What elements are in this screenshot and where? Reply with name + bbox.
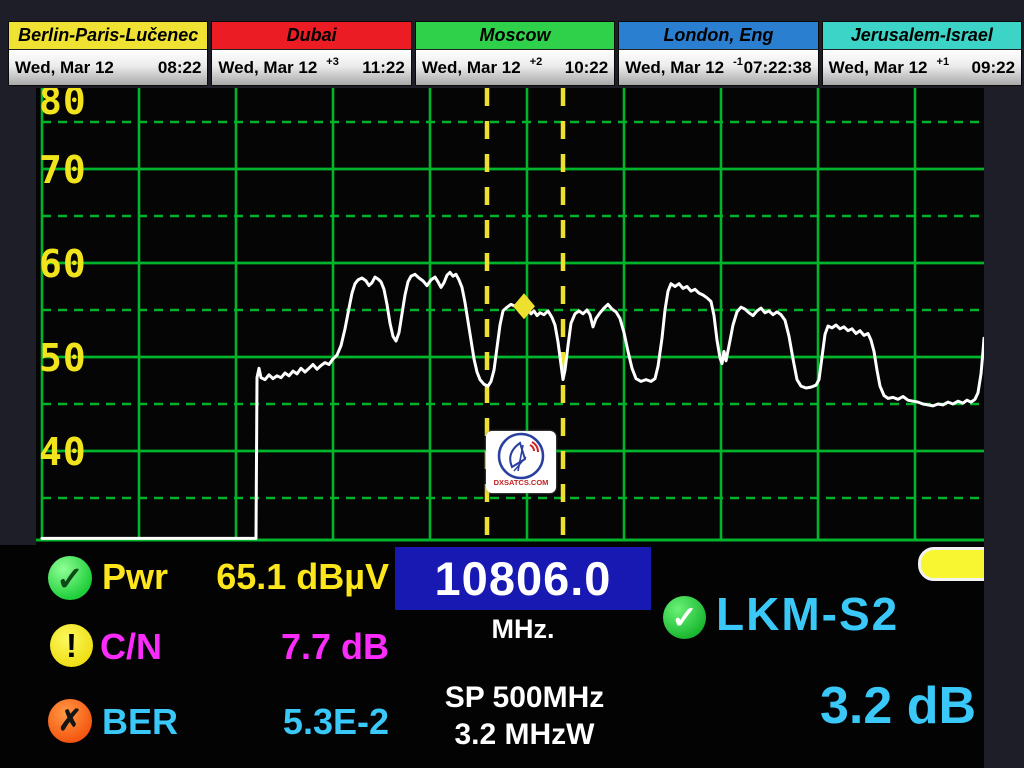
clock-panel-5: Jerusalem-Israel Wed, Mar 12 +1 09:22: [822, 21, 1022, 86]
link-margin-value: 3.2 dB: [820, 678, 976, 734]
satellite-dish-logo-icon: [492, 431, 550, 481]
ytick-label-40: 40: [39, 430, 87, 474]
tuning-marker-diamond[interactable]: [513, 293, 535, 319]
clock-city-label: Dubai: [212, 22, 410, 50]
clock-date: Wed, Mar 12: [829, 58, 928, 78]
clock-date: Wed, Mar 12: [15, 58, 114, 78]
clock-utc-offset: -1: [733, 56, 743, 68]
clock-date: Wed, Mar 12: [422, 58, 521, 78]
clock-time-row: Wed, Mar 12 08:22: [9, 50, 207, 85]
pwr-value: 65.1 dBµV: [150, 558, 389, 596]
spectrum-plot: 80 70 60 50 40 DXSATCS.COM: [36, 88, 984, 545]
clock-panel-3: Moscow Wed, Mar 12 +2 10:22: [415, 21, 615, 86]
ytick-label-50: 50: [39, 336, 87, 380]
watermark-text: DXSATCS.COM: [494, 478, 549, 487]
clock-utc-offset: +3: [326, 56, 339, 68]
clock-city-label: Berlin-Paris-Lučenec: [9, 22, 207, 50]
status-pill-indicator: [918, 547, 984, 581]
clock-time-row: Wed, Mar 12 +2 10:22: [416, 50, 614, 85]
pwr-check-icon: ✓: [48, 556, 92, 600]
ber-value: 5.3E-2: [150, 703, 389, 741]
clock-time: 07:22:38: [744, 58, 812, 78]
world-clock-bar: Berlin-Paris-Lučenec Wed, Mar 12 08:22 Duba…: [8, 21, 1022, 86]
clock-time-row: Wed, Mar 12 +3 11:22: [212, 50, 410, 85]
clock-date: Wed, Mar 12: [625, 58, 724, 78]
clock-time: 11:22: [362, 58, 405, 78]
clock-panel-2: Dubai Wed, Mar 12 +3 11:22: [211, 21, 411, 86]
clock-time: 09:22: [972, 58, 1015, 78]
frequency-display[interactable]: 10806.0: [395, 547, 651, 610]
bandwidth-value: 3.2 MHzW: [402, 716, 647, 753]
clock-city-label: Moscow: [416, 22, 614, 50]
ytick-label-80: 80: [39, 88, 87, 123]
clock-city-label: London, Eng: [619, 22, 817, 50]
standard-check-icon: ✓: [663, 596, 706, 639]
standard-label: LKM-S2: [716, 590, 899, 638]
span-info: SP 500MHz 3.2 MHzW: [402, 679, 647, 753]
dxsatcs-watermark: DXSATCS.COM: [486, 431, 556, 493]
clock-panel-4: London, Eng Wed, Mar 12 -107:22:38: [618, 21, 818, 86]
clock-city-label: Jerusalem-Israel: [823, 22, 1021, 50]
clock-time-row: Wed, Mar 12 +1 09:22: [823, 50, 1021, 85]
clock-utc-offset: +1: [937, 56, 950, 68]
frequency-value: 10806.0: [435, 551, 612, 606]
clock-utc-offset: +2: [530, 56, 543, 68]
frequency-unit: MHz.: [423, 614, 623, 645]
ytick-label-60: 60: [39, 242, 87, 286]
clock-time: 10:22: [565, 58, 608, 78]
cn-value: 7.7 dB: [150, 628, 389, 666]
clock-time-row: Wed, Mar 12 -107:22:38: [619, 50, 817, 85]
cn-warning-icon: !: [50, 624, 93, 667]
ber-cross-icon: ✗: [48, 699, 92, 743]
span-value: SP 500MHz: [402, 679, 647, 716]
clock-time: 08:22: [158, 58, 201, 78]
clock-panel-1: Berlin-Paris-Lučenec Wed, Mar 12 08:22: [8, 21, 208, 86]
clock-date: Wed, Mar 12: [218, 58, 317, 78]
readings-panel: ✓ Pwr 65.1 dBµV ! C/N 7.7 dB ✗ BER 5.3E-…: [0, 545, 984, 768]
ytick-label-70: 70: [39, 148, 87, 192]
